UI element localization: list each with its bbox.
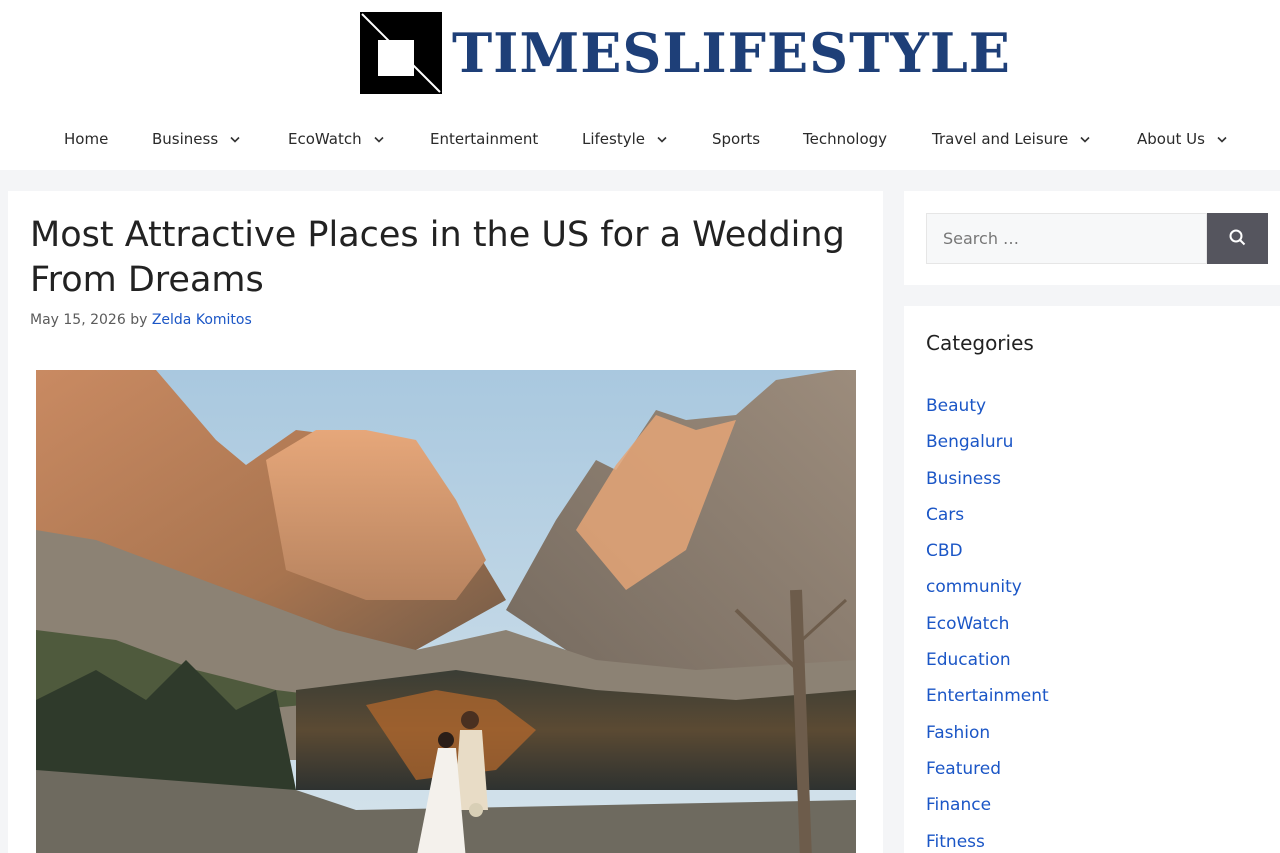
nav-item-lifestyle[interactable]: Lifestyle [582, 118, 667, 160]
site-header: TIMESLIFESTYLE Home Business EcoWatch En… [0, 0, 1280, 170]
list-item: Cars [926, 501, 1049, 537]
main-navigation: Home Business EcoWatch Entertainment Lif… [0, 118, 1280, 160]
list-item: Fashion [926, 719, 1049, 755]
nav-item-sports[interactable]: Sports [712, 118, 760, 160]
chevron-down-icon[interactable] [1080, 136, 1090, 143]
list-item: Entertainment [926, 682, 1049, 718]
category-link-cbd[interactable]: CBD [926, 541, 963, 561]
nav-item-home[interactable]: Home [64, 118, 108, 160]
category-link-finance[interactable]: Finance [926, 795, 991, 815]
chevron-down-icon[interactable] [374, 136, 384, 143]
category-link-cars[interactable]: Cars [926, 505, 964, 525]
list-item: Business [926, 465, 1049, 501]
site-title[interactable]: TIMESLIFESTYLE [452, 10, 1011, 96]
nav-label: About Us [1137, 130, 1205, 148]
categories-list: Beauty Bengaluru Business Cars CBD commu… [926, 392, 1049, 853]
nav-label: EcoWatch [288, 130, 362, 148]
post-meta: May 15, 2026 by Zelda Komitos [30, 312, 252, 328]
list-item: community [926, 573, 1049, 609]
post-author-link[interactable]: Zelda Komitos [152, 312, 252, 328]
search-button[interactable] [1207, 213, 1268, 264]
article-card: Most Attractive Places in the US for a W… [8, 191, 883, 853]
category-link-education[interactable]: Education [926, 650, 1011, 670]
nav-label: Lifestyle [582, 130, 646, 148]
list-item: Finance [926, 791, 1049, 827]
nav-label: Entertainment [430, 130, 539, 148]
search-widget [904, 191, 1280, 285]
post-title: Most Attractive Places in the US for a W… [30, 215, 845, 300]
search-icon [1229, 229, 1246, 249]
list-item: Fitness [926, 828, 1049, 853]
nav-label: Business [152, 130, 219, 148]
list-item: Featured [926, 755, 1049, 791]
category-link-entertainment[interactable]: Entertainment [926, 686, 1049, 706]
category-link-fashion[interactable]: Fashion [926, 723, 990, 743]
post-date: May 15, 2026 [30, 312, 126, 328]
featured-image [36, 370, 856, 853]
nav-item-travel-and-leisure[interactable]: Travel and Leisure [932, 118, 1090, 160]
site-brand[interactable]: TIMESLIFESTYLE [358, 10, 1011, 96]
search-input[interactable] [926, 213, 1207, 264]
category-link-fitness[interactable]: Fitness [926, 832, 985, 852]
list-item: CBD [926, 537, 1049, 573]
list-item: EcoWatch [926, 610, 1049, 646]
category-link-beauty[interactable]: Beauty [926, 396, 986, 416]
nav-label: Travel and Leisure [932, 130, 1069, 148]
categories-title: Categories [926, 331, 1034, 355]
chevron-down-icon[interactable] [230, 136, 240, 143]
post-by-label: by [130, 312, 148, 328]
list-item: Bengaluru [926, 428, 1049, 464]
nav-item-business[interactable]: Business [152, 118, 240, 160]
nav-item-ecowatch[interactable]: EcoWatch [288, 118, 384, 160]
category-link-bengaluru[interactable]: Bengaluru [926, 432, 1013, 452]
nav-item-technology[interactable]: Technology [803, 118, 887, 160]
category-link-featured[interactable]: Featured [926, 759, 1001, 779]
category-link-business[interactable]: Business [926, 469, 1001, 489]
list-item: Education [926, 646, 1049, 682]
list-item: Beauty [926, 392, 1049, 428]
nav-item-entertainment[interactable]: Entertainment [430, 118, 538, 160]
nav-label: Sports [712, 130, 761, 148]
nav-label: Technology [803, 130, 888, 148]
categories-widget: Categories Beauty Bengaluru Business Car… [904, 306, 1280, 853]
nav-item-about-us[interactable]: About Us [1137, 118, 1227, 160]
category-link-ecowatch[interactable]: EcoWatch [926, 614, 1009, 634]
category-link-community[interactable]: community [926, 577, 1022, 597]
chevron-down-icon[interactable] [657, 136, 667, 143]
chevron-down-icon[interactable] [1217, 136, 1227, 143]
nav-label: Home [64, 130, 109, 148]
logo-icon[interactable] [358, 10, 444, 96]
